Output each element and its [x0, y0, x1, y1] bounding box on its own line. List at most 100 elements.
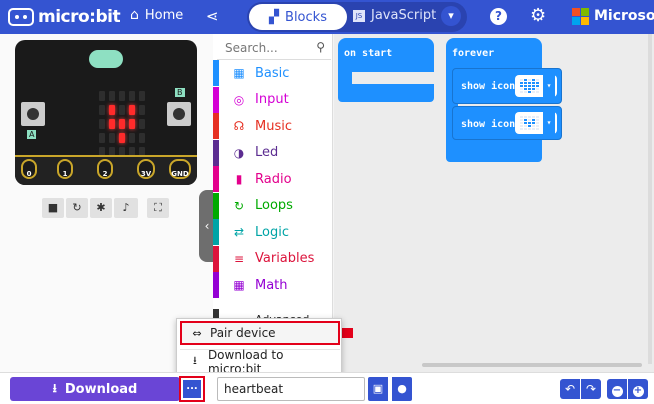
pin-2[interactable]: 2 — [97, 159, 113, 179]
home-label: Home — [144, 7, 184, 23]
on-start-footer — [338, 84, 434, 102]
led-3-3 — [129, 133, 135, 143]
usb-icon: ⇔ — [192, 326, 202, 340]
button-a-label: A — [27, 130, 37, 139]
led-2-0 — [99, 119, 105, 129]
blocks-workspace[interactable]: on start forever show icon ▾ show icon ▾ — [334, 34, 654, 372]
led-2-3 — [129, 119, 135, 129]
zoom-in-icon[interactable]: + — [628, 379, 648, 399]
redo-icon[interactable]: ↷ — [581, 379, 601, 399]
home-icon: ⌂ — [130, 7, 139, 23]
bottom-bar: ⭳ Download ... ▣ ● ↶ ↷ − + — [0, 372, 654, 404]
category-label: Led — [255, 145, 279, 160]
led-0-3 — [129, 91, 135, 101]
small-heart-icon-dropdown[interactable]: ▾ — [515, 112, 557, 134]
save-icon[interactable]: ▣ — [368, 377, 388, 401]
stop-icon[interactable]: ■ — [42, 198, 64, 218]
pin-3v[interactable]: 3V — [137, 159, 155, 179]
category-logic[interactable]: ⇄ Logic — [213, 219, 333, 245]
on-start-label: on start — [344, 48, 393, 59]
pin-1[interactable]: 1 — [57, 159, 73, 179]
category-led[interactable]: ◑ Led — [213, 139, 333, 166]
category-loops[interactable]: ↻ Loops — [213, 192, 333, 219]
led-2-1 — [109, 119, 115, 129]
debug-icon[interactable]: ✱ — [90, 198, 112, 218]
pin-gnd[interactable]: GND — [169, 159, 191, 179]
github-icon[interactable]: ● — [392, 377, 412, 401]
forever-block[interactable]: forever — [446, 38, 542, 68]
led-3-2 — [119, 133, 125, 143]
restart-icon[interactable]: ↻ — [66, 198, 88, 218]
led-3-4 — [139, 133, 145, 143]
button-b[interactable] — [167, 102, 191, 126]
tab-blocks[interactable]: ▞ Blocks — [249, 4, 347, 30]
chevron-down-icon[interactable]: ▾ — [441, 6, 461, 26]
target-icon: ◎ — [233, 92, 245, 107]
pin-0[interactable]: 0 — [21, 159, 37, 179]
sound-icon[interactable]: ♪ — [114, 198, 138, 218]
led-1-1 — [109, 105, 115, 115]
share-icon[interactable]: ⋖ — [206, 7, 219, 25]
microsoft-label[interactable]: Microsoft — [594, 8, 654, 24]
logo-text: micro:bit — [38, 7, 121, 27]
pair-device-menu-item[interactable]: ⇔ Pair device — [180, 321, 340, 345]
led-3-0 — [99, 133, 105, 143]
help-icon[interactable]: ? — [490, 8, 507, 25]
on-start-block[interactable]: on start — [338, 38, 434, 72]
editor-toggle: ▞ Blocks JS JavaScript ▾ — [247, 2, 467, 32]
led-2-4 — [139, 119, 145, 129]
puzzle-icon: ▞ — [269, 9, 280, 25]
download-button[interactable]: ⭳ Download — [10, 377, 180, 401]
category-label: Basic — [255, 65, 290, 81]
tab-blocks-label: Blocks — [285, 9, 327, 25]
more-options-button[interactable]: ... — [179, 376, 205, 402]
forever-footer — [446, 140, 542, 162]
calculator-icon: ▦ — [233, 278, 245, 292]
category-math[interactable]: ▦ Math — [213, 272, 333, 298]
led-0-2 — [119, 91, 125, 101]
fullscreen-icon[interactable]: ⛶ — [147, 198, 169, 218]
led-0-1 — [109, 91, 115, 101]
download-to-microbit-menu-item[interactable]: ⭳ Download to micro:bit — [180, 348, 340, 376]
top-bar: micro:bit ⌂ Home ⋖ ▞ Blocks JS JavaScrip… — [0, 0, 654, 34]
category-label: Music — [255, 118, 292, 134]
chevron-down-icon: ▾ — [543, 75, 555, 97]
toggle-icon: ◑ — [233, 145, 245, 160]
toolbox-search-input[interactable]: Search... ⚲ — [217, 36, 331, 60]
category-radio[interactable]: ▮ Radio — [213, 166, 333, 192]
tab-javascript[interactable]: JS JavaScript — [353, 8, 436, 23]
category-label: Radio — [255, 171, 292, 187]
show-icon-block[interactable]: show icon ▾ — [452, 106, 562, 140]
simulator-toolbar: ■ ↻ ✱ ♪ — [42, 198, 138, 218]
led-1-4 — [139, 105, 145, 115]
led-2-2 — [119, 119, 125, 129]
category-music[interactable]: ☊ Music — [213, 113, 333, 139]
workspace-horizontal-scrollbar[interactable] — [422, 363, 642, 367]
category-input[interactable]: ◎ Input — [213, 86, 333, 113]
search-placeholder: Search... — [225, 41, 278, 55]
show-icon-block[interactable]: show icon ▾ — [452, 68, 562, 104]
tab-javascript-label: JavaScript — [371, 8, 437, 23]
button-a[interactable] — [21, 102, 45, 126]
microbit-logo[interactable]: micro:bit — [8, 7, 121, 27]
heart-icon — [519, 78, 539, 94]
heart-icon-dropdown[interactable]: ▾ — [515, 75, 557, 97]
gear-icon[interactable]: ⚙ — [530, 5, 546, 26]
category-variables[interactable]: ≡ Variables — [213, 245, 333, 272]
led-matrix — [97, 89, 147, 159]
chevron-down-icon: ▾ — [543, 112, 555, 134]
led-1-0 — [99, 105, 105, 115]
forever-label: forever — [452, 48, 495, 59]
microsoft-logo-icon[interactable] — [572, 8, 589, 25]
download-icon: ⭳ — [52, 380, 57, 395]
project-name-input[interactable] — [217, 377, 365, 401]
category-basic[interactable]: ▦ Basic — [213, 60, 333, 86]
home-button[interactable]: ⌂ Home — [130, 7, 183, 23]
undo-icon[interactable]: ↶ — [560, 379, 580, 399]
microbit-simulator-board[interactable]: A B 0 1 2 3V GND — [15, 40, 197, 185]
workspace-vertical-scrollbar[interactable] — [648, 34, 652, 364]
category-label: Math — [255, 277, 288, 293]
search-icon: ⚲ — [316, 40, 325, 54]
zoom-out-icon[interactable]: − — [607, 379, 627, 399]
board-logo — [89, 50, 123, 68]
